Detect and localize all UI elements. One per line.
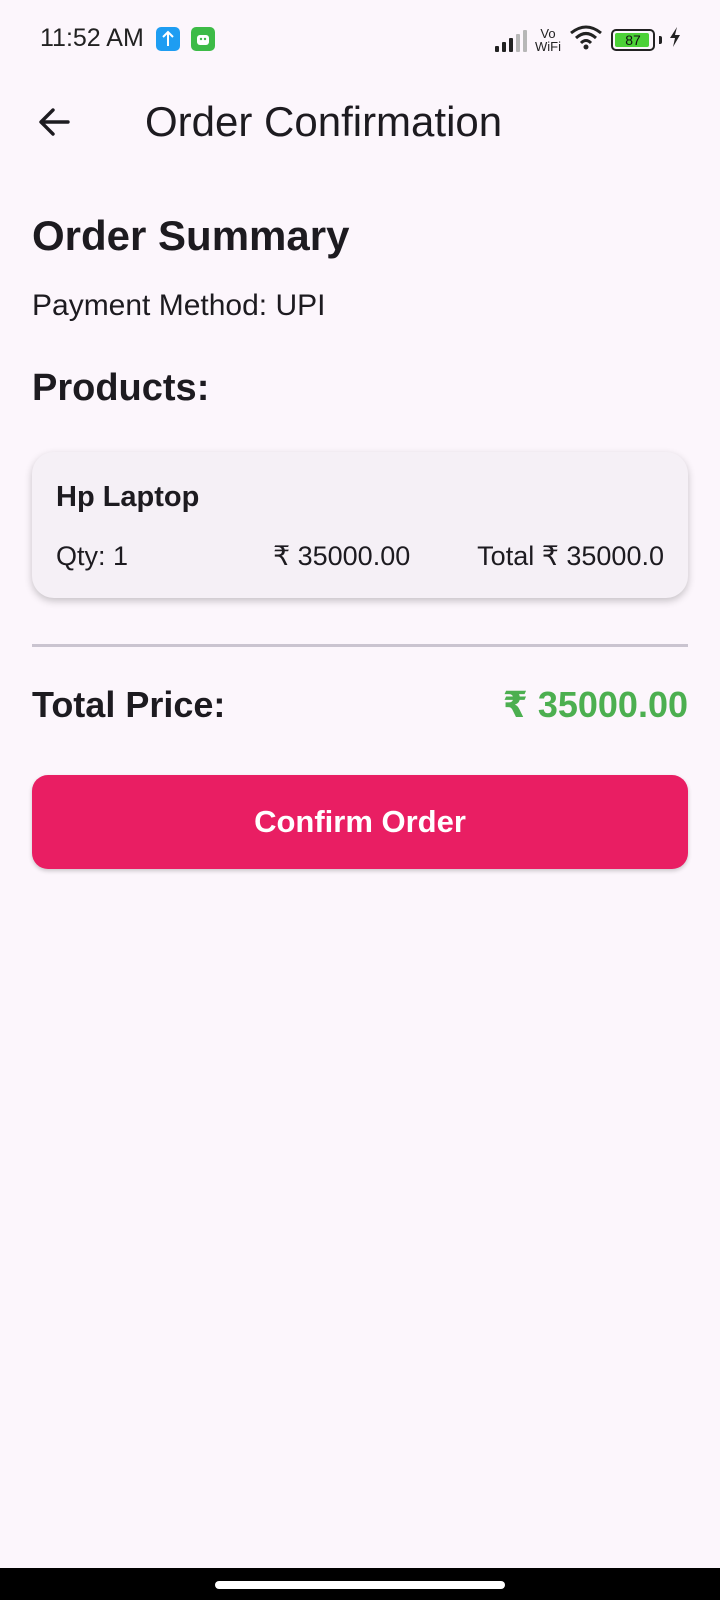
status-time: 11:52 AM [40,24,144,52]
signal-icon [495,28,527,52]
status-indicators: Vo WiFi 87 [495,24,682,55]
product-quantity: Qty: 1 [56,541,129,571]
vowifi-line1: Vo [540,25,556,41]
order-confirmation-screen: 11:52 AM Vo WiFi 87 Order Confirmation O… [0,0,720,1600]
total-price-row: Total Price: ₹ 35000.00 [32,683,688,727]
vowifi-line2: WiFi [535,38,561,54]
product-details-row: Qty: 1 ₹ 35000.00 Total ₹ 35000.0 [56,540,664,572]
order-summary-heading: Order Summary [32,212,350,259]
battery-icon: 87 [611,28,655,51]
product-name: Hp Laptop [56,481,200,513]
android-notification-icon [191,27,215,51]
battery-tip [659,35,662,44]
home-indicator[interactable] [215,1581,505,1589]
confirm-order-button[interactable]: Confirm Order [32,775,688,869]
upload-notification-icon [156,27,180,51]
app-bar: Order Confirmation [0,82,720,162]
product-line-total: Total ₹ 35000.0 [477,541,664,571]
total-price-value: ₹ 35000.00 [502,684,688,725]
vowifi-indicator: Vo WiFi [535,27,561,53]
charging-icon [668,26,682,53]
wifi-icon [569,24,603,55]
products-heading: Products: [32,367,210,409]
system-navigation-bar [0,1568,720,1600]
order-summary-content: Order Summary Payment Method: UPI Produc… [32,210,688,869]
arrow-left-icon [39,108,70,136]
divider [32,644,688,647]
battery-level: 87 [625,31,641,48]
status-bar: 11:52 AM Vo WiFi 87 [0,0,720,80]
product-unit-price: ₹ 35000.00 [272,541,411,571]
page-title: Order Confirmation [145,98,503,145]
payment-method-text: Payment Method: UPI [32,289,326,322]
product-card: Hp Laptop Qty: 1 ₹ 35000.00 Total ₹ 3500… [32,452,688,598]
back-button[interactable] [30,98,78,146]
total-price-label: Total Price: [32,684,226,725]
